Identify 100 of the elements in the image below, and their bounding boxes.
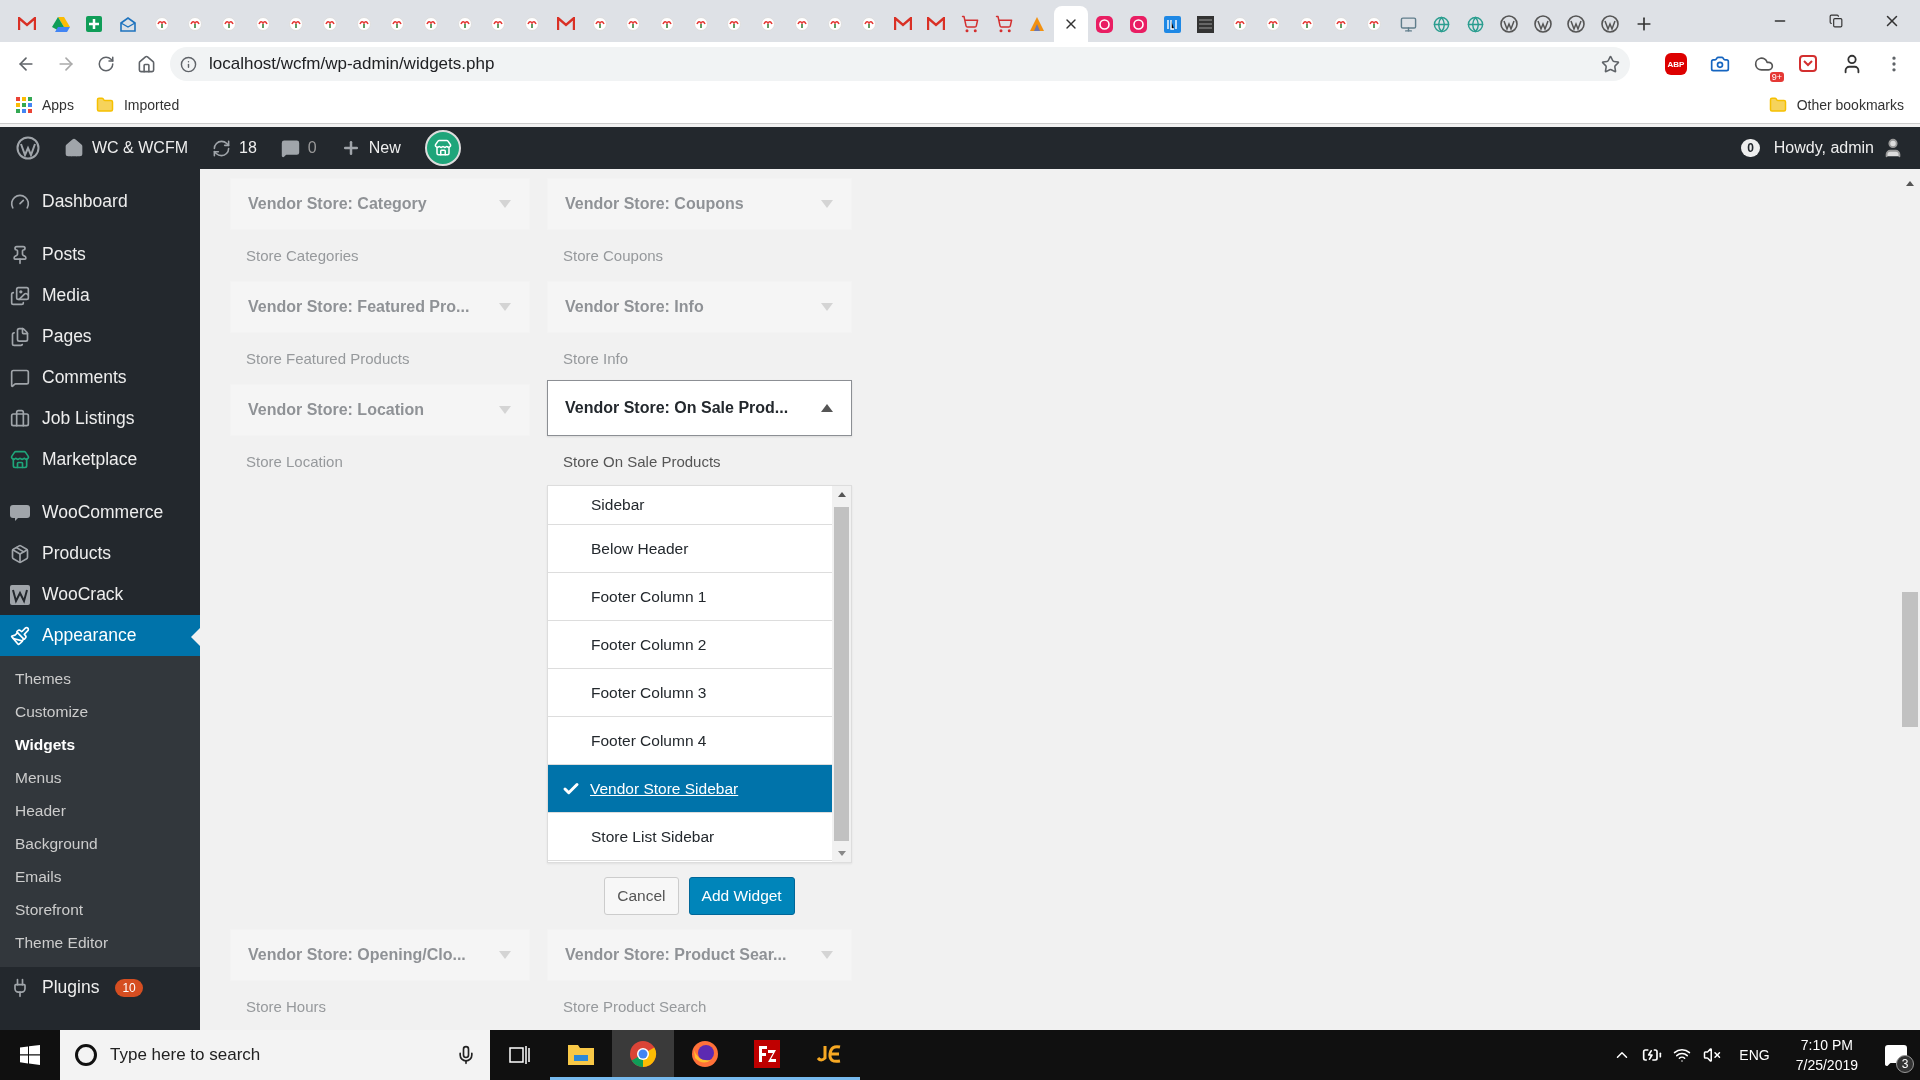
cancel-button[interactable]: Cancel — [604, 877, 679, 915]
menu-item[interactable]: WooCrack — [0, 574, 200, 615]
menu-item[interactable]: Appearance — [0, 615, 200, 656]
leaf-icon — [828, 17, 843, 31]
comments-link[interactable]: 0 — [270, 127, 327, 169]
wordpress-logo-icon[interactable] — [16, 136, 40, 160]
sidebar-option[interactable]: Sidebar — [548, 486, 832, 525]
submenu-item[interactable]: Customize — [0, 695, 200, 728]
widget-title: Vendor Store: Product Sear... — [565, 946, 787, 964]
add-widget-button[interactable]: Add Widget — [688, 877, 795, 915]
microphone-icon[interactable] — [456, 1045, 476, 1065]
leaf-icon — [424, 17, 439, 31]
sidebar-option[interactable]: Footer Column 2 — [548, 621, 832, 669]
menu-item[interactable]: Media — [0, 275, 200, 316]
account-link[interactable]: Howdy, admin — [1763, 127, 1914, 169]
sidebar-option[interactable]: Below Header — [548, 525, 832, 573]
bookmark-star-icon[interactable] — [1601, 54, 1620, 74]
url-text: localhost/wcfm/wp-admin/widgets.php — [209, 54, 496, 74]
menu-item[interactable]: Marketplace — [0, 439, 200, 480]
expand-arrow-icon — [499, 200, 511, 208]
updates-link[interactable]: 18 — [202, 127, 267, 169]
home-icon[interactable] — [136, 54, 156, 74]
submenu-item[interactable]: Themes — [0, 662, 200, 695]
globe-icon — [1466, 15, 1484, 33]
apps-grid-icon — [16, 96, 32, 113]
menu-item[interactable]: Products — [0, 533, 200, 574]
leaf-icon — [491, 17, 506, 31]
new-link[interactable]: New — [330, 127, 411, 169]
widget-header[interactable]: Vendor Store: On Sale Prod... — [547, 380, 852, 436]
sidebar-option[interactable]: Footer Column 1 — [548, 573, 832, 621]
cart-icon — [961, 15, 980, 33]
sailboat-icon — [1028, 16, 1047, 32]
storefront-icon — [10, 449, 30, 470]
speech-bubble-icon — [10, 367, 30, 388]
submenu-item[interactable]: Menus — [0, 761, 200, 794]
taskbar-app[interactable] — [612, 1030, 674, 1080]
bookmark-item[interactable]: Apps — [16, 96, 74, 113]
taskbar-search-field[interactable]: Type here to search — [60, 1030, 490, 1080]
widget-title: Vendor Store: Info — [565, 298, 704, 316]
leaf-icon — [862, 17, 877, 31]
leaf-icon — [1266, 17, 1281, 31]
media-icon — [10, 285, 30, 306]
submenu-item[interactable]: Widgets — [0, 728, 200, 761]
widget-description: Store Hours — [246, 998, 327, 1015]
widget-description: Store On Sale Products — [563, 453, 721, 470]
submenu-item[interactable]: Emails — [0, 860, 200, 893]
submenu-item[interactable]: Background — [0, 827, 200, 860]
firefox-icon — [691, 1039, 719, 1068]
submenu-item[interactable]: Theme Editor — [0, 926, 200, 959]
widget-title: Vendor Store: On Sale Prod... — [565, 399, 789, 417]
plus-square-icon — [86, 16, 103, 32]
camera-icon[interactable] — [1710, 54, 1730, 74]
clock-date[interactable]: 7/25/2019 — [1795, 1057, 1858, 1073]
restore-icon[interactable] — [1829, 14, 1843, 28]
menu-item[interactable]: Comments — [0, 357, 200, 398]
clock-time[interactable]: 7:10 PM — [1800, 1037, 1853, 1053]
wifi-icon[interactable] — [1673, 1046, 1692, 1064]
sidebar-option[interactable]: Footer Column 4 — [548, 717, 832, 765]
menu-item[interactable]: WooCommerce — [0, 492, 200, 533]
menu-item[interactable]: Plugins 10 — [0, 967, 200, 1008]
menu-item[interactable]: Posts — [0, 234, 200, 275]
menu-item[interactable]: Dashboard — [0, 181, 200, 222]
site-name-link[interactable]: WC & WCFM — [54, 127, 198, 169]
notification-count[interactable]: 0 — [1741, 139, 1760, 157]
briefcase-icon — [10, 408, 30, 429]
bookmark-item[interactable]: Other bookmarks — [1768, 95, 1904, 114]
reload-icon[interactable] — [97, 55, 115, 73]
task-view-icon[interactable] — [509, 1045, 531, 1065]
submenu-item[interactable]: Storefront — [0, 893, 200, 926]
address-bar[interactable]: localhost/wcfm/wp-admin/widgets.php — [170, 47, 1630, 81]
windows-logo-icon[interactable] — [20, 1045, 40, 1065]
menu-item[interactable]: Job Listings — [0, 398, 200, 439]
cloud-icon[interactable] — [1754, 54, 1774, 74]
leaf-icon — [659, 17, 674, 31]
extension-badge: 9+ — [1769, 72, 1784, 82]
collapse-arrow-icon — [821, 404, 833, 412]
widget-description: Store Location — [246, 453, 343, 470]
pocket-icon[interactable] — [1799, 55, 1817, 73]
language-indicator[interactable]: ENG — [1727, 1047, 1782, 1063]
cortana-circle-icon — [74, 1043, 98, 1067]
w-square-icon — [10, 584, 30, 605]
widget-title: Vendor Store: Featured Pro... — [248, 298, 470, 316]
adblock-badge[interactable]: ABP — [1665, 53, 1687, 75]
leaf-icon — [760, 17, 775, 31]
wordpress-icon — [1567, 15, 1586, 33]
list-scrollbar[interactable] — [832, 486, 851, 862]
sidebar-option[interactable]: Footer Column 3 — [548, 669, 832, 717]
widget-title: Vendor Store: Location — [248, 401, 424, 419]
info-icon[interactable] — [180, 55, 197, 73]
wordpress-icon — [1500, 15, 1519, 33]
leaf-icon — [727, 17, 742, 31]
muted-speaker-icon[interactable] — [1703, 1046, 1722, 1064]
menu-item[interactable]: Pages — [0, 316, 200, 357]
wordpress-icon — [1533, 15, 1552, 33]
sidebar-option[interactable]: Store List Sidebar — [548, 813, 832, 861]
widget-title: Vendor Store: Opening/Clo... — [248, 946, 466, 964]
submenu-item[interactable]: Header — [0, 794, 200, 827]
bookmark-item[interactable]: Imported — [95, 95, 180, 114]
sidebar-option[interactable]: Vendor Store Sidebar — [548, 765, 832, 813]
store-avatar-icon[interactable] — [424, 130, 461, 166]
